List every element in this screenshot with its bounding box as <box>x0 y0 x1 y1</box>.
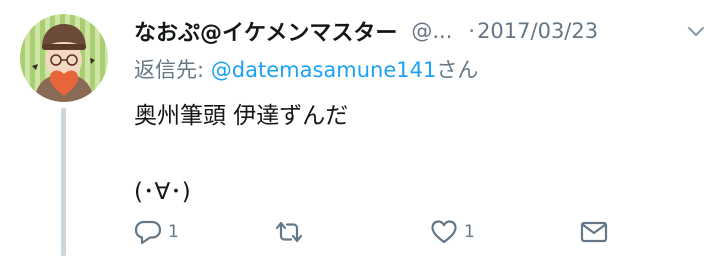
reply-icon <box>134 219 162 245</box>
tweet-text-line: 奥州筆頭 伊達ずんだ <box>134 103 349 129</box>
reply-prefix: 返信先: <box>134 58 211 82</box>
avatar-image <box>20 14 108 102</box>
thread-line <box>61 108 66 256</box>
separator: · <box>468 19 476 43</box>
reply-mention-link[interactable]: @datemasamune141 <box>211 58 437 82</box>
envelope-icon <box>580 220 608 244</box>
like-count: 1 <box>464 222 475 242</box>
heart-icon <box>430 219 458 245</box>
message-button[interactable] <box>580 214 608 250</box>
user-handle[interactable]: @... <box>411 19 452 43</box>
like-button[interactable]: 1 <box>430 214 475 250</box>
avatar[interactable] <box>20 14 108 102</box>
retweet-button[interactable] <box>274 214 310 250</box>
action-bar: 1 1 <box>134 214 614 250</box>
reply-context: 返信先: @datemasamune141さん <box>134 54 478 84</box>
tweet-text-line: (･∀･) <box>134 179 191 205</box>
chevron-down-icon[interactable] <box>686 22 706 42</box>
tweet-date[interactable]: 2017/03/23 <box>477 19 598 43</box>
display-name[interactable]: なおぷ@イケメンマスター <box>134 15 397 47</box>
tweet-header: なおぷ@イケメンマスター @... · 2017/03/23 <box>134 14 706 48</box>
reply-count: 1 <box>168 222 179 242</box>
retweet-icon <box>274 219 304 245</box>
reply-button[interactable]: 1 <box>134 214 179 250</box>
reply-suffix: さん <box>436 58 479 82</box>
